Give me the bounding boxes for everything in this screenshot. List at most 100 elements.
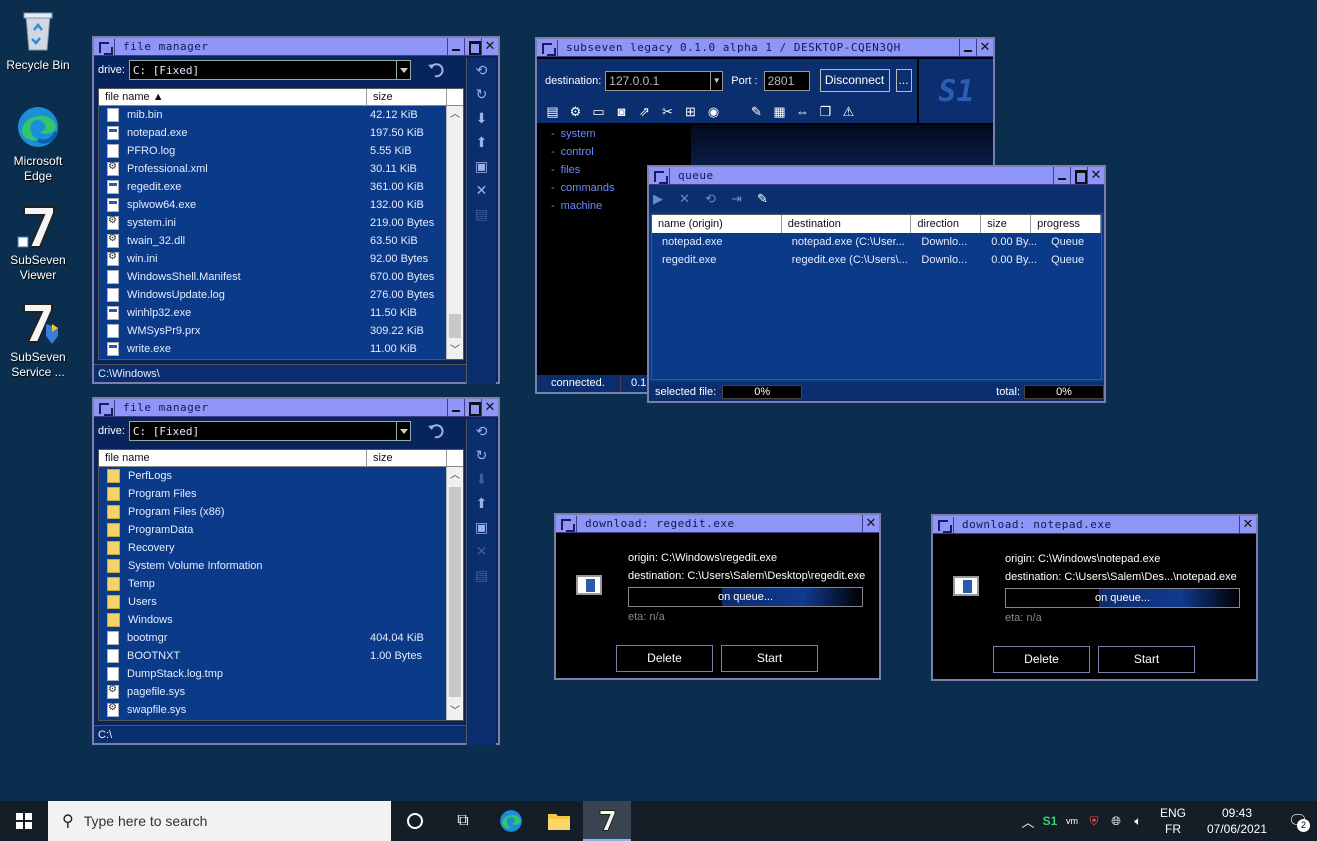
undo-icon[interactable]: ⟲: [467, 419, 496, 443]
column-header-size[interactable]: size: [981, 215, 1032, 233]
list-item[interactable]: WindowsShell.Manifest 670.00 Bytes: [99, 268, 448, 286]
upload-arrow-icon[interactable]: ⬆: [467, 130, 496, 154]
app-logo-icon[interactable]: [650, 167, 670, 184]
list-item[interactable]: bootmgr 404.04 KiB: [99, 629, 448, 647]
start-button[interactable]: Start: [1098, 646, 1195, 673]
notification-center-button[interactable]: 🗨︎ 2: [1277, 801, 1317, 841]
maximize-button[interactable]: [464, 38, 481, 55]
port-input[interactable]: 2801: [763, 70, 810, 91]
list-item[interactable]: Windows: [99, 611, 448, 629]
play-icon[interactable]: ▶: [653, 191, 679, 207]
list-item[interactable]: Recovery: [99, 539, 448, 557]
list-item[interactable]: swapfile.sys: [99, 701, 448, 719]
desktop-icon-recycle-bin[interactable]: Recycle Bin: [0, 8, 76, 73]
chevron-down-icon[interactable]: ▼: [710, 71, 722, 90]
undo-icon[interactable]: ⟲: [705, 191, 731, 207]
list-item[interactable]: WindowsUpdate.log 276.00 Bytes: [99, 286, 448, 304]
chevron-down-icon[interactable]: [395, 61, 410, 79]
console-icon[interactable]: ▭: [587, 103, 610, 121]
refresh-icon[interactable]: [427, 423, 445, 439]
app-logo-icon[interactable]: [934, 516, 954, 533]
title-bar[interactable]: file manager ✕: [94, 399, 498, 417]
security-warning-icon[interactable]: ⛨: [1083, 814, 1105, 829]
list-item[interactable]: write.exe 11.00 KiB: [99, 340, 448, 358]
list-item[interactable]: pagefile.sys: [99, 683, 448, 701]
column-header-name[interactable]: file name ▲: [99, 89, 367, 105]
refresh-icon[interactable]: [427, 62, 445, 78]
column-header-direction[interactable]: direction: [911, 215, 982, 233]
column-header-destination[interactable]: destination: [782, 215, 912, 233]
minimize-button[interactable]: [447, 38, 464, 55]
upload-arrow-icon[interactable]: ⬆: [467, 491, 496, 515]
list-item[interactable]: Professional.xml 30.11 KiB: [99, 160, 448, 178]
taskbar-file-explorer[interactable]: [535, 801, 583, 841]
copy-icon[interactable]: ❐: [814, 103, 837, 121]
scroll-down-arrow-icon[interactable]: ﹀: [447, 342, 463, 359]
disconnect-button[interactable]: Disconnect: [819, 69, 890, 92]
drive-select[interactable]: C: [Fixed]: [128, 60, 411, 80]
subseven-tray-icon[interactable]: S1: [1039, 814, 1061, 828]
drive-select[interactable]: C: [Fixed]: [128, 421, 411, 441]
scroll-down-arrow-icon[interactable]: ﹀: [447, 703, 463, 720]
minimize-button[interactable]: [959, 39, 976, 56]
info-icon[interactable]: ▤: [541, 103, 564, 121]
column-header-origin[interactable]: name (origin): [652, 215, 782, 233]
list-item[interactable]: system.ini 219.00 Bytes: [99, 214, 448, 232]
more-button[interactable]: ...: [895, 69, 912, 92]
title-bar[interactable]: file manager ✕: [94, 38, 498, 56]
title-bar[interactable]: download: notepad.exe ✕: [933, 516, 1256, 534]
app-logo-icon[interactable]: [557, 515, 577, 532]
task-view-button[interactable]: ⧉: [439, 801, 487, 841]
scrollbar-thumb[interactable]: [449, 487, 461, 697]
column-header-size[interactable]: size: [367, 89, 447, 105]
list-item[interactable]: regedit.exe 361.00 KiB: [99, 178, 448, 196]
language-indicator[interactable]: ENG FR: [1153, 805, 1193, 837]
list-item[interactable]: WMSysPr9.prx 309.22 KiB: [99, 322, 448, 340]
network-globe-icon[interactable]: 🌐︎: [1105, 814, 1127, 829]
warning-icon[interactable]: ⚠: [837, 103, 860, 121]
disc-icon[interactable]: ◉: [702, 103, 725, 121]
list-item[interactable]: Program Files (x86): [99, 503, 448, 521]
reload-icon[interactable]: ↻: [467, 82, 496, 106]
reload-icon[interactable]: ↻: [467, 443, 496, 467]
destination-input[interactable]: 127.0.0.1 ▼: [605, 70, 724, 91]
delete-x-icon[interactable]: ✕: [467, 539, 496, 563]
undo-icon[interactable]: ⟲: [467, 58, 496, 82]
maximize-button[interactable]: [1070, 167, 1087, 184]
close-button[interactable]: ✕: [1239, 516, 1256, 533]
edit-icon[interactable]: ✎: [757, 191, 783, 207]
list-item[interactable]: Temp: [99, 575, 448, 593]
download-arrow-icon[interactable]: ⬇: [467, 467, 496, 491]
column-header-size[interactable]: size: [367, 450, 447, 466]
download-arrow-icon[interactable]: ⬇: [467, 106, 496, 130]
list-item[interactable]: twain_32.dll 63.50 KiB: [99, 232, 448, 250]
list-item[interactable]: Users: [99, 593, 448, 611]
tree-item-control[interactable]: - control: [541, 143, 681, 161]
delete-button[interactable]: Delete: [616, 645, 713, 672]
app-logo-icon[interactable]: [538, 39, 558, 56]
taskbar-edge[interactable]: [487, 801, 535, 841]
delete-button[interactable]: Delete: [993, 646, 1090, 673]
maximize-button[interactable]: [464, 399, 481, 416]
minimize-button[interactable]: [447, 399, 464, 416]
notes-icon[interactable]: ▦: [768, 103, 791, 121]
list-item[interactable]: System Volume Information: [99, 557, 448, 575]
start-button[interactable]: [0, 801, 48, 841]
table-row[interactable]: regedit.exe regedit.exe (C:\Users\... Do…: [652, 251, 1101, 269]
scroll-up-arrow-icon[interactable]: ︿: [447, 467, 463, 484]
minimize-button[interactable]: [1053, 167, 1070, 184]
list-item[interactable]: mib.bin 42.12 KiB: [99, 106, 448, 124]
list-item[interactable]: BOOTNXT 1.00 Bytes: [99, 647, 448, 665]
move-icon[interactable]: ⇥: [731, 191, 757, 207]
execute-icon[interactable]: ▣: [467, 515, 496, 539]
execute-icon[interactable]: ▣: [467, 154, 496, 178]
volume-muted-icon[interactable]: 🔈︎: [1127, 814, 1149, 829]
settings-icon[interactable]: ⚙: [564, 103, 587, 121]
trash-icon[interactable]: ▤: [467, 563, 496, 587]
close-button[interactable]: ✕: [481, 399, 498, 416]
tree-item-system[interactable]: - system: [541, 125, 681, 143]
delete-x-icon[interactable]: ✕: [467, 178, 496, 202]
list-item[interactable]: ProgramData: [99, 521, 448, 539]
trash-icon[interactable]: ▤: [467, 202, 496, 226]
chevron-down-icon[interactable]: [395, 422, 410, 440]
